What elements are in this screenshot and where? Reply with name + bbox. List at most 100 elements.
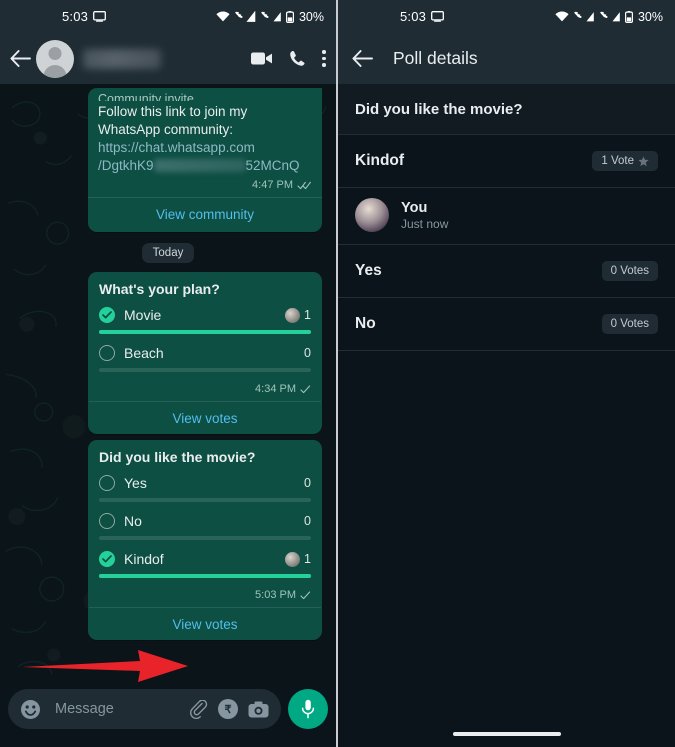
poll-option-selected-icon[interactable] [99,551,115,567]
poll-result-option: Yes [355,262,382,279]
contact-name[interactable] [83,48,161,69]
sent-single-check-icon [300,384,311,394]
read-receipt-double-check-icon [297,181,312,190]
poll-option-label: No [124,513,142,529]
invite-text-line-1: Follow this link to join my [98,104,248,119]
poll-details-question: Did you like the movie? [338,84,675,135]
poll-option-radio-icon[interactable] [99,513,115,529]
invite-link-line-1[interactable]: https://chat.whatsapp.com [98,139,312,157]
poll-option-label: Kindof [124,551,164,567]
poll-option-count: 1 [285,551,311,567]
message-meta: 4:34 PM [99,383,311,395]
poll-option-bar [99,498,311,502]
poll-bubble-2[interactable]: Did you like the movie? Yes 0 No 0 Kindo… [88,440,322,640]
poll-option-bar [99,368,311,372]
poll-voter-row[interactable]: You Just now [338,188,675,245]
poll-details-header: Poll details [338,33,675,84]
vote-count-label: 1 Vote [601,155,634,167]
wifi-icon [555,11,569,22]
poll-option-bar [99,536,311,540]
poll-option-count-value: 1 [304,308,311,322]
cellular-signal-icon [234,11,256,22]
camera-icon[interactable] [248,701,269,718]
poll-result-row[interactable]: No 0 Votes [338,298,675,351]
poll-result-row[interactable]: Kindof 1 Vote [338,135,675,188]
poll-voter-name: You [401,199,428,216]
cellular-signal-icon [260,11,282,22]
poll-option-count: 0 [304,346,311,360]
battery-percent: 30% [298,9,324,24]
poll-option-radio-icon[interactable] [99,345,115,361]
screencast-icon [93,11,107,22]
invite-label: Community invite [98,92,194,101]
avatar [355,198,389,232]
invite-link-redacted [153,159,246,172]
poll-result-option: Kindof [355,152,405,169]
poll-option[interactable]: No 0 [99,513,311,540]
poll-voter-time: Just now [401,216,449,231]
day-divider: Today [0,243,336,263]
status-bar-right-group: 30% [216,10,324,24]
star-icon [638,155,649,167]
voice-call-icon[interactable] [289,50,306,67]
status-bar-left-group: 5:03 [400,9,445,24]
poll-option-count: 0 [304,476,311,490]
poll-option[interactable]: Beach 0 [99,345,311,372]
back-arrow-icon[interactable] [352,50,373,67]
message-input-pill[interactable]: Message ₹ [8,689,281,729]
poll-option[interactable]: Kindof 1 [99,551,311,578]
poll-option-bar [99,574,311,578]
microphone-icon[interactable] [288,689,328,729]
back-arrow-icon[interactable] [6,45,34,73]
view-community-button[interactable]: View community [98,198,312,226]
page-title: Poll details [393,48,478,68]
message-input-placeholder[interactable]: Message [55,701,179,717]
view-votes-button-1[interactable]: View votes [99,402,311,430]
message-bubble-community-invite[interactable]: Community invite Follow this link to joi… [88,88,322,232]
battery-icon [624,10,633,23]
poll-result-row[interactable]: Yes 0 Votes [338,245,675,298]
vote-count-badge: 1 Vote [592,151,658,171]
vote-count-badge: 0 Votes [601,261,658,281]
invite-link-suffix: 52MCnQ [245,158,300,173]
status-bar-left-group: 5:03 [62,9,107,24]
poll-option-label: Yes [124,475,147,491]
chat-header [0,33,336,84]
poll-option-label: Movie [124,307,162,323]
invite-link-line-2[interactable]: /DgtkhK9 52MCnQ [98,157,312,175]
poll-option-count-value: 0 [304,476,311,490]
voter-avatar-icon [285,551,301,567]
poll-option-selected-icon[interactable] [99,307,115,323]
view-votes-button-2[interactable]: View votes [99,608,311,636]
poll-option-radio-icon[interactable] [99,475,115,491]
poll-question: Did you like the movie? [99,449,256,465]
screencast-icon [431,11,445,22]
status-time: 5:03 [62,9,89,24]
poll-option-bar [99,330,311,334]
voter-avatar-icon [285,307,301,323]
wifi-icon [216,11,230,22]
left-phone-panel: 5:03 30% Community invite Follow this li… [0,0,338,747]
cellular-signal-icon [573,11,595,22]
home-indicator[interactable] [452,732,561,736]
poll-option-count-value: 1 [304,552,311,566]
emoji-smiley-icon[interactable] [20,699,41,720]
video-call-icon[interactable] [251,51,273,66]
contact-avatar[interactable] [36,39,74,78]
poll-option-count-value: 0 [304,514,311,528]
rupee-payment-icon[interactable]: ₹ [218,699,238,719]
chat-message-list[interactable]: Community invite Follow this link to joi… [0,84,336,685]
poll-bubble-1[interactable]: What's your plan? Movie 1 Beach 0 4:34 P… [88,272,322,434]
overflow-menu-icon[interactable] [322,50,326,67]
paperclip-icon[interactable] [189,699,208,719]
message-meta: 4:47 PM [98,179,312,191]
chat-header-actions [251,50,326,67]
vote-count-label: 0 Votes [610,318,649,330]
battery-icon [285,10,294,23]
message-time: 4:34 PM [255,383,296,395]
poll-option[interactable]: Movie 1 [99,307,311,334]
message-time: 5:03 PM [255,589,296,601]
poll-option[interactable]: Yes 0 [99,475,311,502]
invite-link-prefix: /DgtkhK9 [98,158,154,173]
status-bar-left: 5:03 30% [0,0,336,33]
